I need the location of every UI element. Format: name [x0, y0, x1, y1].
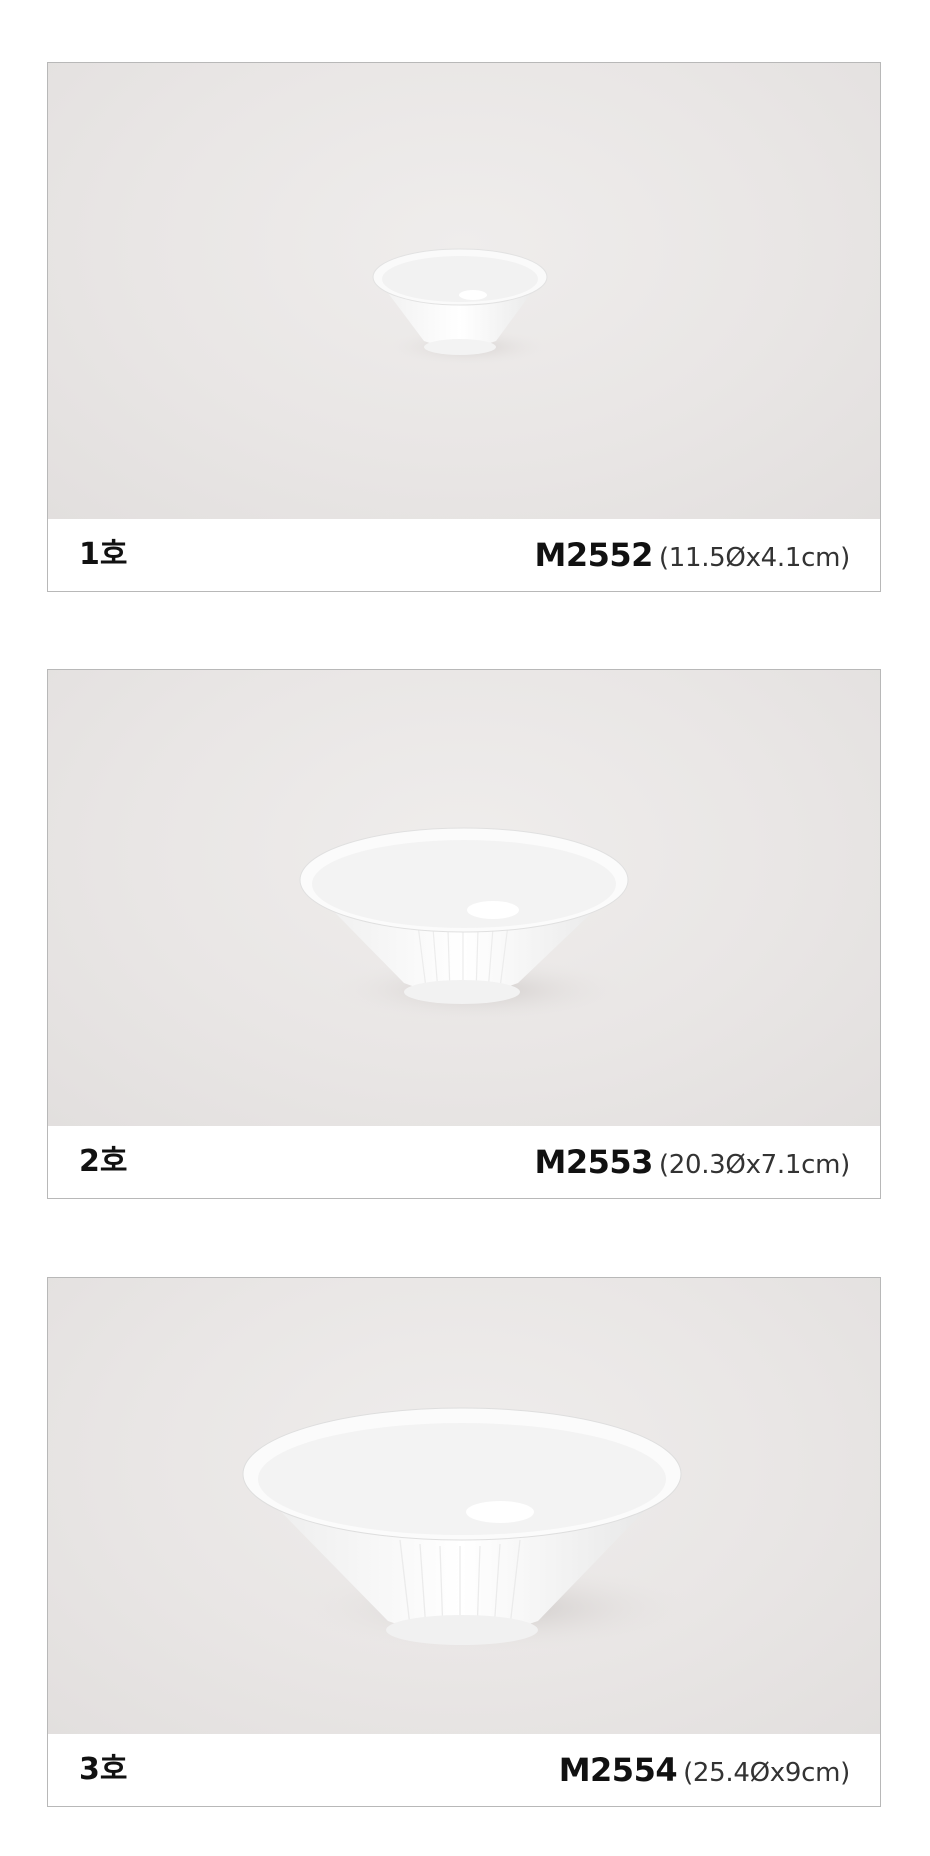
product-card-2: 2호 M2553 (20.3Øx7.1cm) — [47, 669, 881, 1199]
model-dimensions: (20.3Øx7.1cm) — [658, 1150, 850, 1180]
model-code: M2553 — [534, 1143, 653, 1181]
model-code: M2554 — [558, 1751, 678, 1789]
bowl-image-large — [242, 1407, 698, 1652]
model-info: M2554 (25.4Øx9cm) — [558, 1748, 851, 1799]
model-dimensions: (25.4Øx9cm) — [683, 1758, 850, 1788]
model-info: M2552 (11.5Øx4.1cm) — [534, 533, 850, 584]
product-caption-3: 3호 M2554 (25.4Øx9cm) — [48, 1734, 880, 1806]
product-caption-1: 1호 M2552 (11.5Øx4.1cm) — [48, 519, 880, 591]
product-card-3: 3호 M2554 (25.4Øx9cm) — [47, 1277, 881, 1807]
product-photo-1 — [48, 63, 880, 519]
product-caption-2: 2호 M2553 (20.3Øx7.1cm) — [48, 1126, 880, 1198]
bowl-image-medium — [299, 827, 629, 1022]
size-label: 2호 — [79, 1144, 128, 1179]
model-dimensions: (11.5Øx4.1cm) — [658, 543, 850, 573]
product-card-1: 1호 M2552 (11.5Øx4.1cm) — [47, 62, 881, 592]
product-photo-3 — [48, 1278, 880, 1734]
bowl-image-small — [372, 248, 548, 365]
product-photo-2 — [48, 670, 880, 1126]
size-label: 1호 — [79, 537, 128, 572]
model-code: M2552 — [534, 536, 653, 574]
model-info: M2553 (20.3Øx7.1cm) — [534, 1140, 850, 1191]
size-label: 3호 — [79, 1752, 128, 1787]
